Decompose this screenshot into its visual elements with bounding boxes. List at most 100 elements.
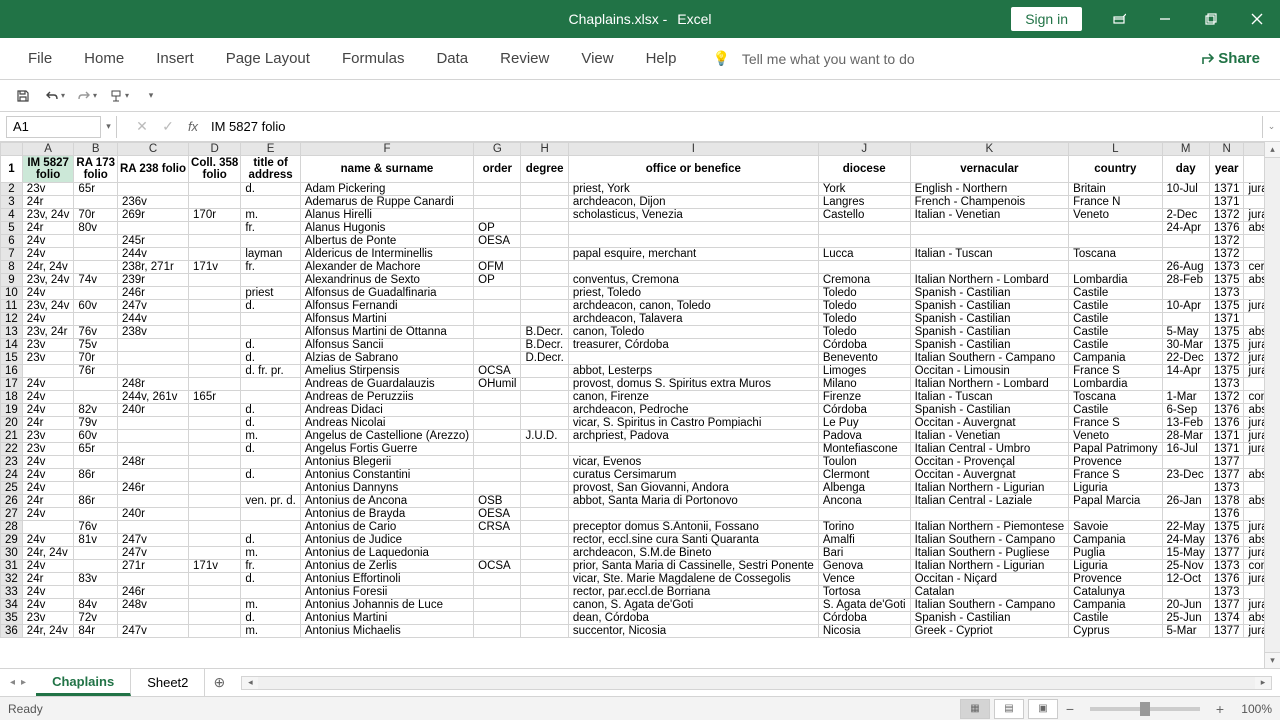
cell[interactable]: Tortosa [818, 586, 910, 599]
cell[interactable] [521, 417, 568, 430]
cell[interactable]: vicar, S. Spiritus in Castro Pompiachi [568, 417, 818, 430]
cell[interactable]: 24v [22, 391, 74, 404]
cell[interactable] [241, 482, 301, 495]
row-header[interactable]: 20 [1, 417, 23, 430]
cell[interactable]: juravit [1244, 365, 1264, 378]
cell[interactable]: Catalan [910, 586, 1069, 599]
cell[interactable] [1244, 378, 1264, 391]
cell[interactable]: juravit; again 31 Apr 1376 [1244, 300, 1264, 313]
cell[interactable]: 23v, 24v [22, 274, 74, 287]
cell[interactable] [521, 547, 568, 560]
cell[interactable]: French - Champenois [910, 196, 1069, 209]
qat-customize[interactable]: ▾ [140, 85, 162, 107]
cell[interactable]: 23v [22, 339, 74, 352]
cell[interactable]: Antonius de Judice [300, 534, 473, 547]
cell[interactable]: 24r [22, 573, 74, 586]
cell[interactable]: 1373 [1209, 482, 1244, 495]
cell[interactable]: 24r, 24v [22, 625, 74, 638]
cell[interactable] [189, 378, 241, 391]
cell[interactable]: Spanish - Castilian [910, 326, 1069, 339]
cell[interactable]: B.Decr. [521, 339, 568, 352]
cell[interactable]: Spanish - Castilian [910, 287, 1069, 300]
cell[interactable] [189, 625, 241, 638]
cell[interactable]: 1376 [1209, 222, 1244, 235]
cell[interactable]: juravit (Villefranche) [1244, 573, 1264, 586]
cell[interactable]: Alfonsus Martini de Ottanna [300, 326, 473, 339]
cell[interactable]: Liguria [1069, 560, 1162, 573]
cell[interactable]: 23v [22, 352, 74, 365]
cell[interactable] [521, 261, 568, 274]
row-header[interactable]: 1 [1, 156, 23, 183]
cell[interactable]: Italian - Tuscan [910, 248, 1069, 261]
cell[interactable] [118, 495, 189, 508]
tab-view[interactable]: View [565, 42, 629, 75]
cell[interactable]: 23v [22, 183, 74, 196]
cell[interactable] [1162, 508, 1209, 521]
cell[interactable]: Italian - Venetian [910, 430, 1069, 443]
cell[interactable]: Antonius Dannyns [300, 482, 473, 495]
cell[interactable]: 1378 [1209, 495, 1244, 508]
cell[interactable]: 1377 [1209, 547, 1244, 560]
cell[interactable]: layman [241, 248, 301, 261]
cell[interactable]: d. [241, 300, 301, 313]
cell[interactable]: Italian Southern - Campano [910, 599, 1069, 612]
cell[interactable] [568, 352, 818, 365]
cell[interactable]: m. [241, 547, 301, 560]
cell[interactable]: Provence [1069, 456, 1162, 469]
cell[interactable]: 1375 [1209, 326, 1244, 339]
cell[interactable]: 1-Mar [1162, 391, 1209, 404]
cell[interactable]: d. [241, 339, 301, 352]
cell[interactable] [474, 430, 521, 443]
cell[interactable]: 72v [74, 612, 118, 625]
cell[interactable]: Italian - Venetian [910, 209, 1069, 222]
cell[interactable]: Antonius Johannis de Luce [300, 599, 473, 612]
cell[interactable]: Liguria [1069, 482, 1162, 495]
cell[interactable]: Italian Northern - Piemontese [910, 521, 1069, 534]
cell[interactable]: 24v [22, 313, 74, 326]
cell[interactable] [1244, 482, 1264, 495]
cell[interactable] [118, 430, 189, 443]
cell[interactable]: 23v, 24v [22, 209, 74, 222]
cell[interactable]: 1373 [1209, 261, 1244, 274]
cell[interactable]: OSB [474, 495, 521, 508]
cell[interactable] [74, 456, 118, 469]
cell[interactable] [474, 482, 521, 495]
cell[interactable]: 244v [118, 248, 189, 261]
cell[interactable] [1162, 456, 1209, 469]
column-header[interactable]: B [74, 143, 118, 156]
row-header[interactable]: 4 [1, 209, 23, 222]
cell[interactable]: Alexandrinus de Sexto [300, 274, 473, 287]
cell[interactable]: OCSA [474, 365, 521, 378]
cell[interactable]: vicar, Ste. Marie Magdalene de Cossegoli… [568, 573, 818, 586]
cell[interactable]: Córdoba [818, 612, 910, 625]
cell[interactable]: OFM [474, 261, 521, 274]
cell[interactable]: provost, San Giovanni, Andora [568, 482, 818, 495]
cell[interactable] [1162, 287, 1209, 300]
cell[interactable]: 24v [22, 534, 74, 547]
cell[interactable]: 238r, 271r [118, 261, 189, 274]
cell[interactable]: 1377 [1209, 625, 1244, 638]
cell[interactable] [241, 326, 301, 339]
cell[interactable]: OP [474, 222, 521, 235]
share-button[interactable]: Share [1198, 50, 1260, 67]
cell[interactable]: English - Northern [910, 183, 1069, 196]
cell[interactable]: m. [241, 625, 301, 638]
cell[interactable]: 24v [22, 482, 74, 495]
cell[interactable]: 16-Jul [1162, 443, 1209, 456]
cell[interactable] [189, 534, 241, 547]
cell[interactable]: Spanish - Castilian [910, 300, 1069, 313]
cell[interactable]: 15-May [1162, 547, 1209, 560]
cell[interactable]: 5-May [1162, 326, 1209, 339]
cell[interactable]: papal esquire, merchant [568, 248, 818, 261]
cell[interactable]: Antonius de Zerlis [300, 560, 473, 573]
cell[interactable]: abbot, Lesterps [568, 365, 818, 378]
cell[interactable]: d. [241, 404, 301, 417]
cell[interactable]: S. Agata de'Goti [818, 599, 910, 612]
cell[interactable]: 248r [118, 456, 189, 469]
cell[interactable] [189, 612, 241, 625]
select-all-corner[interactable] [1, 143, 23, 156]
cell[interactable]: Antonius Foresii [300, 586, 473, 599]
cell[interactable]: archdeacon, Talavera [568, 313, 818, 326]
cell[interactable]: 82v [74, 404, 118, 417]
cell[interactable]: Alanus Hugonis [300, 222, 473, 235]
